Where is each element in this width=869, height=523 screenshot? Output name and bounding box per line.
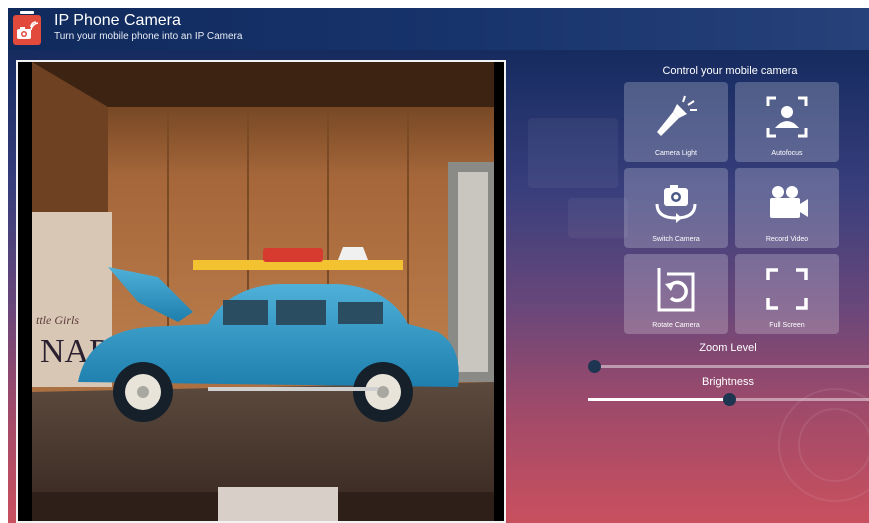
rotate-camera-label: Rotate Camera [652, 322, 700, 329]
flashlight-icon [657, 95, 697, 136]
full-screen-button[interactable]: Full Screen [735, 254, 839, 334]
background-decoration [568, 198, 628, 238]
autofocus-icon [766, 96, 808, 138]
app-header: IP Phone Camera Turn your mobile phone i… [8, 8, 869, 50]
switch-camera-icon [655, 185, 697, 223]
brightness-label: Brightness [702, 376, 754, 388]
svg-text:ttle Girls: ttle Girls [36, 313, 79, 327]
app-subtitle: Turn your mobile phone into an IP Camera [54, 31, 243, 42]
switch-camera-button[interactable]: Switch Camera [624, 168, 728, 248]
brightness-slider[interactable] [588, 393, 869, 406]
switch-camera-label: Switch Camera [652, 236, 700, 243]
camera-light-label: Camera Light [654, 150, 698, 157]
camera-feed-image: ttle Girls NAR [18, 62, 504, 521]
camera-light-button[interactable]: Camera Light [624, 82, 728, 162]
background-decoration [798, 408, 869, 482]
brightness-thumb[interactable] [722, 393, 736, 406]
app-logo-icon [13, 11, 41, 45]
background-decoration [528, 118, 618, 188]
controls-title: Control your mobile camera [662, 65, 798, 77]
full-screen-label: Full Screen [769, 322, 805, 329]
brightness-fill [588, 398, 729, 401]
rotate-camera-button[interactable]: Rotate Camera [624, 254, 728, 334]
record-video-icon [770, 186, 808, 218]
record-video-button[interactable]: Record Video [735, 168, 839, 248]
rotate-camera-icon [657, 268, 695, 312]
zoom-level-slider[interactable] [588, 360, 869, 373]
app-title: IP Phone Camera [54, 12, 181, 29]
zoom-level-thumb[interactable] [588, 360, 601, 373]
record-video-label: Record Video [765, 236, 809, 243]
autofocus-label: Autofocus [771, 150, 803, 157]
camera-feed-view[interactable]: ttle Girls NAR [16, 60, 506, 523]
autofocus-button[interactable]: Autofocus [735, 82, 839, 162]
full-screen-icon [766, 268, 808, 310]
app-window: IP Phone Camera Turn your mobile phone i… [8, 8, 869, 523]
zoom-level-label: Zoom Level [699, 342, 757, 354]
